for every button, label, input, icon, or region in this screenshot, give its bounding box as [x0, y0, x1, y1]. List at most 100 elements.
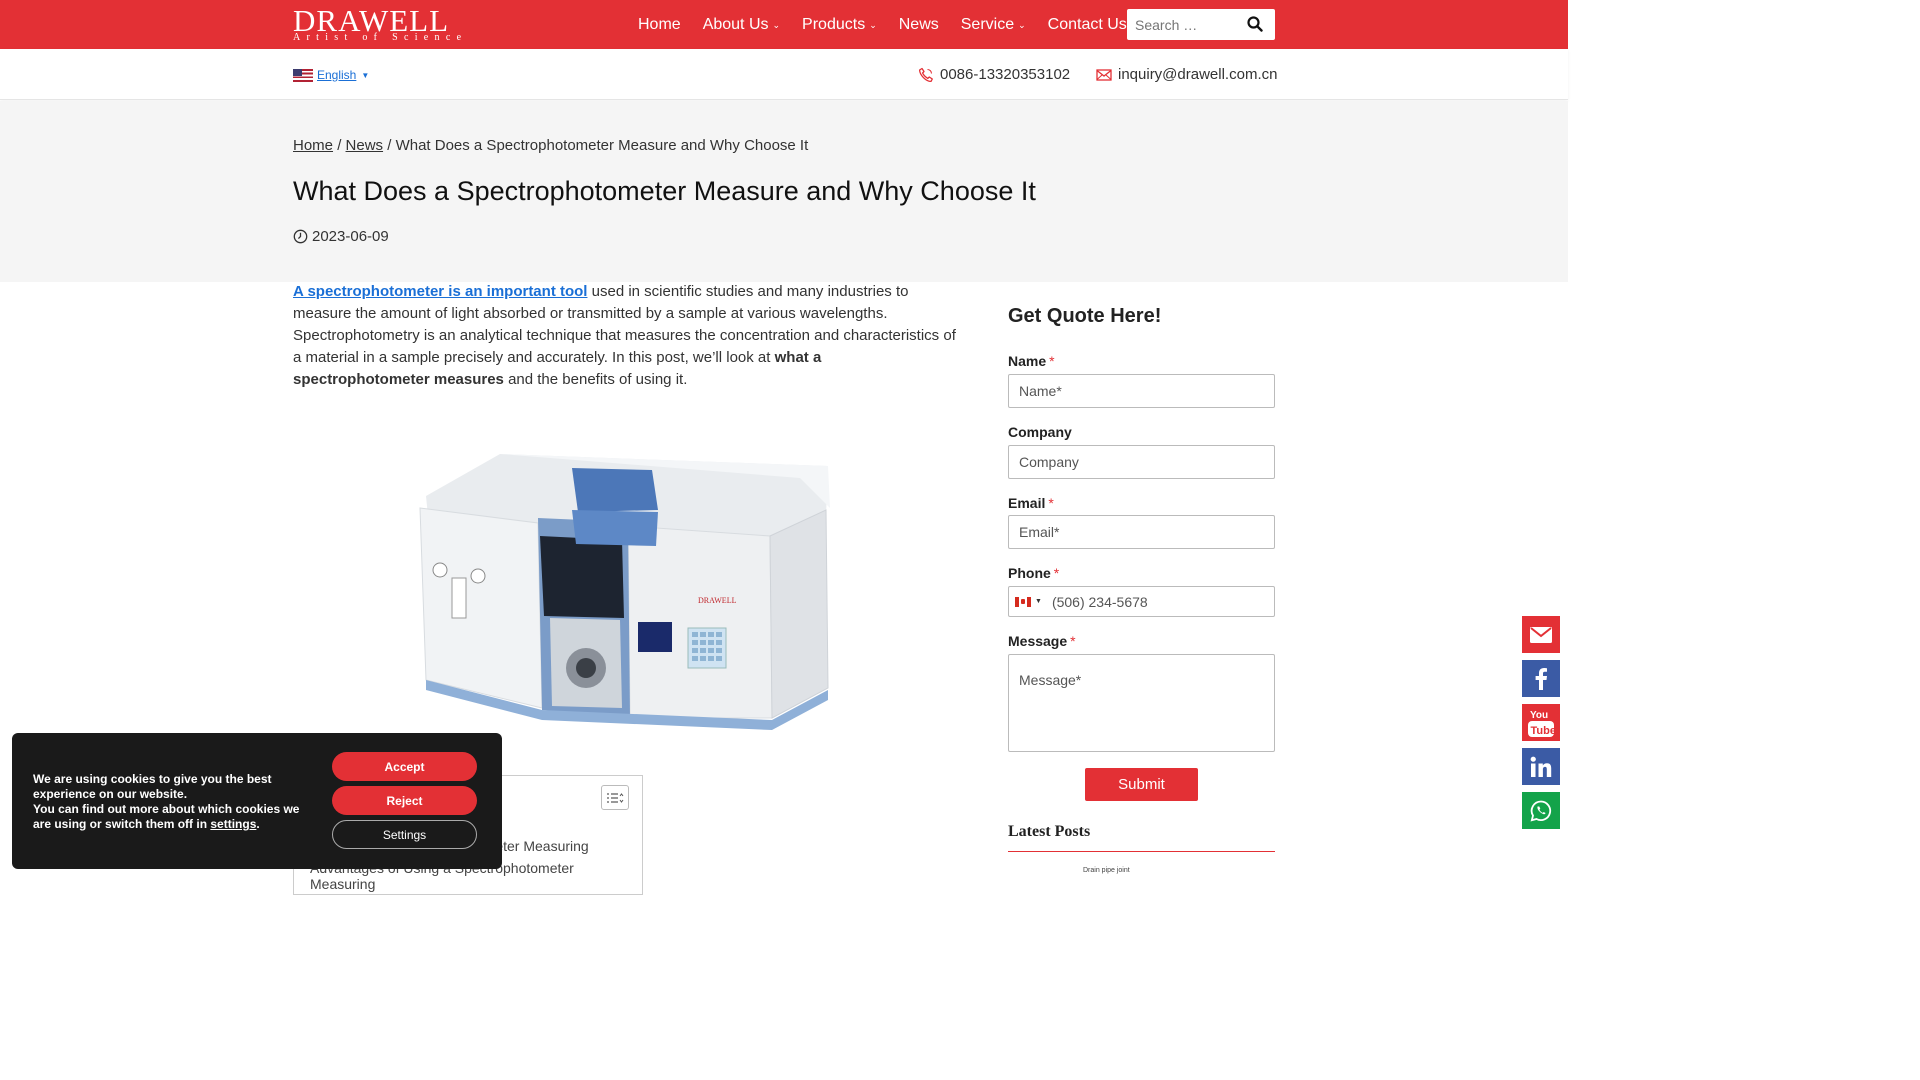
email-label-text: Email: [1008, 495, 1046, 511]
cookie-reject-button[interactable]: Reject: [332, 786, 477, 815]
youtube-icon: You Tube: [1528, 710, 1556, 737]
phone-label: Phone *: [1008, 565, 1059, 581]
nav-products-label: Products: [802, 15, 866, 33]
language-label: English: [317, 68, 357, 82]
top-navbar: DRAWELL Artist of Science Home About Us ⌄…: [0, 0, 1568, 49]
message-placeholder: Message*: [1019, 672, 1082, 688]
nav-contact-us[interactable]: Contact Us: [1040, 16, 1135, 34]
name-label-text: Name: [1008, 353, 1047, 369]
whatsapp-button[interactable]: [1522, 792, 1560, 829]
email-field[interactable]: Email*: [1008, 515, 1275, 549]
search-input[interactable]: [1127, 16, 1237, 33]
page-title: What Does a Spectrophotometer Measure an…: [293, 176, 1036, 206]
linkedin-icon: [1530, 756, 1552, 777]
phone-label-text: Phone: [1008, 565, 1051, 581]
caret-down-icon: ▼: [1035, 598, 1042, 605]
clock-icon: [293, 229, 308, 244]
facebook-button[interactable]: [1522, 660, 1560, 697]
message-label: Message *: [1008, 633, 1076, 649]
svg-text:Tube: Tube: [1531, 725, 1556, 737]
latest-post-thumb-label[interactable]: Drain pipe joint: [1083, 867, 1130, 874]
cookie-banner: We are using cookies to give you the bes…: [12, 733, 502, 869]
country-code-selector[interactable]: ▼: [1015, 596, 1042, 607]
required-marker: *: [1049, 353, 1055, 369]
search-box: [1127, 9, 1275, 40]
quote-form-title: Get Quote Here!: [1008, 305, 1162, 327]
email-address: inquiry@drawell.com.cn: [1118, 66, 1278, 83]
breadcrumb-separator: /: [337, 137, 342, 154]
company-field[interactable]: Company: [1008, 445, 1275, 479]
required-marker: *: [1070, 633, 1076, 649]
email-placeholder: Email*: [1019, 524, 1060, 540]
phone-field[interactable]: ▼ (506) 234-5678: [1008, 586, 1275, 617]
logo-brand: DRAWELL: [293, 3, 450, 38]
required-marker: *: [1053, 565, 1060, 581]
post-date-text: 2023-06-09: [312, 228, 389, 245]
whatsapp-icon: [1530, 800, 1552, 821]
nav-service[interactable]: Service ⌄: [953, 16, 1034, 34]
breadcrumb-separator: /: [387, 137, 392, 154]
breadcrumb-home[interactable]: Home: [293, 137, 333, 154]
nav-news[interactable]: News: [891, 16, 947, 34]
contact-subbar: English ▼ 0086-13320353102 inquiry@drawe…: [0, 49, 1568, 100]
facebook-icon: [1535, 667, 1547, 690]
us-flag-icon: [293, 68, 313, 82]
name-field[interactable]: Name*: [1008, 374, 1275, 408]
youtube-button[interactable]: You Tube: [1522, 704, 1560, 741]
page-hero: Home / News / What Does a Spectrophotome…: [0, 101, 1568, 282]
nav-service-label: Service: [960, 15, 1015, 33]
message-field[interactable]: Message*: [1008, 654, 1275, 752]
canada-flag-icon: [1015, 596, 1031, 607]
latest-posts-heading: Latest Posts: [1008, 823, 1275, 852]
cookie-settings-button[interactable]: Settings: [332, 820, 477, 849]
search-icon[interactable]: [1247, 16, 1263, 37]
image-brand-text: DRAWELL: [698, 596, 737, 605]
list-icon: [607, 792, 624, 803]
email-share-button[interactable]: [1522, 616, 1560, 653]
article-text-b: and the benefits of using it.: [503, 371, 688, 388]
article-lead-link[interactable]: A spectrophotometer is an important tool: [293, 283, 587, 300]
email-icon: [1530, 626, 1552, 643]
email-contact[interactable]: inquiry@drawell.com.cn: [1096, 66, 1277, 83]
cookie-line-1: We are using cookies to give you the bes…: [33, 772, 272, 801]
caret-down-icon: ▼: [361, 70, 370, 80]
chevron-down-icon: ⌄: [869, 20, 877, 30]
logo-tagline: Artist of Science: [293, 32, 468, 43]
chevron-down-icon: ⌄: [772, 20, 781, 30]
nav-contact-label: Contact Us: [1047, 15, 1127, 33]
required-marker: *: [1048, 495, 1054, 511]
nav-about-label: About Us: [702, 15, 769, 33]
cookie-message: We are using cookies to give you the bes…: [33, 772, 303, 832]
nav-about-us[interactable]: About Us ⌄: [695, 16, 788, 34]
company-placeholder: Company: [1019, 454, 1079, 470]
message-label-text: Message: [1008, 633, 1068, 649]
mail-icon: [1096, 68, 1112, 81]
cookie-period: .: [256, 817, 260, 831]
phone-contact[interactable]: 0086-13320353102: [918, 66, 1070, 83]
phone-number: 0086-13320353102: [940, 66, 1071, 83]
chevron-down-icon: ⌄: [1018, 20, 1026, 30]
company-label-text: Company: [1008, 424, 1072, 440]
nav-home[interactable]: Home: [630, 16, 689, 34]
svg-text:You: You: [1530, 710, 1548, 721]
phone-placeholder: (506) 234-5678: [1051, 593, 1148, 610]
cookie-settings-link[interactable]: settings: [210, 817, 256, 831]
breadcrumb: Home / News / What Does a Spectrophotome…: [293, 137, 808, 154]
name-label: Name *: [1008, 353, 1055, 369]
nav-news-label: News: [898, 15, 939, 33]
submit-button[interactable]: Submit: [1085, 768, 1198, 801]
main-nav: Home About Us ⌄ Products ⌄ News Service ⌄ C…: [630, 0, 1141, 49]
breadcrumb-current: What Does a Spectrophotometer Measure an…: [395, 137, 809, 154]
site-logo[interactable]: DRAWELL Artist of Science: [293, 3, 468, 43]
phone-icon: [918, 67, 933, 82]
cookie-accept-button[interactable]: Accept: [332, 752, 477, 781]
nav-products[interactable]: Products ⌄: [794, 16, 885, 34]
breadcrumb-news[interactable]: News: [346, 137, 384, 154]
product-image: DRAWELL: [390, 418, 858, 750]
name-placeholder: Name*: [1019, 383, 1062, 399]
company-label: Company: [1008, 424, 1072, 440]
language-selector[interactable]: English ▼: [293, 68, 369, 82]
linkedin-button[interactable]: [1522, 748, 1560, 785]
toc-toggle-button[interactable]: [601, 785, 629, 810]
email-label: Email *: [1008, 495, 1054, 511]
